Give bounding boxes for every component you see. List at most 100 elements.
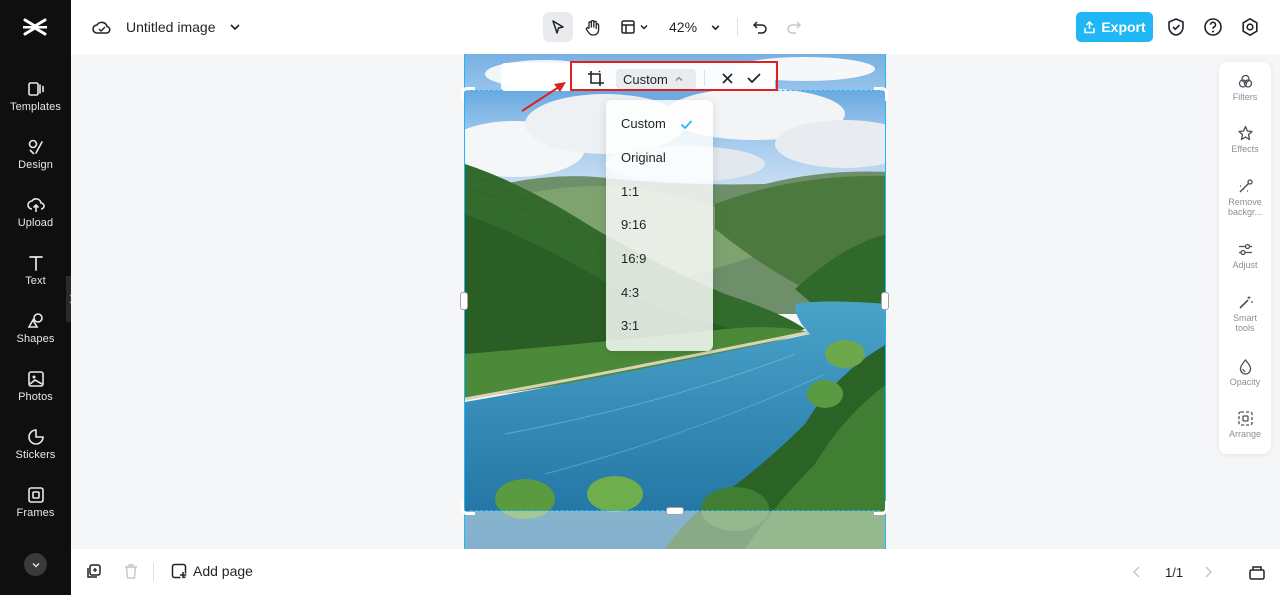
smart-tools-label: Smart tools xyxy=(1232,313,1257,333)
sidebar-item-label: Upload xyxy=(17,217,54,229)
chevron-down-icon xyxy=(639,24,648,30)
chevron-down-icon xyxy=(31,562,40,568)
crop-handle-right[interactable] xyxy=(881,292,889,310)
sidebar-item-shapes[interactable]: Shapes xyxy=(0,312,71,364)
bottom-bar: Add page 1/1 xyxy=(71,549,1280,595)
sidebar-item-label: Stickers xyxy=(15,449,56,461)
effects-label: Effects xyxy=(1231,144,1259,154)
ratio-option-1-1[interactable]: 1:1 xyxy=(621,184,639,199)
top-bar: Untitled image 42% Export xyxy=(71,0,1280,54)
effects-button[interactable]: Effects xyxy=(1219,125,1271,154)
arrange-icon xyxy=(1237,411,1253,426)
magic-eraser-icon xyxy=(1239,179,1253,193)
templates-icon xyxy=(27,82,44,96)
left-sidebar: Templates Design Upload Text Shapes Phot… xyxy=(0,0,71,595)
text-icon xyxy=(28,256,43,271)
upload-icon xyxy=(26,198,45,212)
ratio-option-original[interactable]: Original xyxy=(621,150,666,165)
undo-button[interactable] xyxy=(747,12,773,42)
bottom-divider xyxy=(153,563,154,581)
sliders-icon xyxy=(1238,243,1252,256)
sidebar-item-label: Design xyxy=(18,159,53,171)
add-page-label: Add page xyxy=(193,563,253,579)
filters-icon xyxy=(1238,74,1252,88)
adjust-label: Adjust xyxy=(1232,260,1258,270)
sidebar-item-text[interactable]: Text xyxy=(0,254,71,306)
annotation-arrow-icon xyxy=(521,82,566,112)
export-label: Export xyxy=(1101,19,1146,35)
remove-background-button[interactable]: Remove backgr... xyxy=(1219,178,1271,217)
ratio-option-3-1[interactable]: 3:1 xyxy=(621,318,639,333)
crop-corner-top-right[interactable] xyxy=(874,87,888,101)
toolbar-divider xyxy=(737,18,738,36)
pages-panel-icon[interactable] xyxy=(1248,563,1266,581)
filters-button[interactable]: Filters xyxy=(1219,73,1271,102)
aspect-ratio-menu: Custom Original 1:1 9:16 16:9 4:3 3:1 xyxy=(606,100,713,351)
sidebar-item-templates[interactable]: Templates xyxy=(0,80,71,132)
crop-corner-bottom-left[interactable] xyxy=(461,501,475,515)
sidebar-item-stickers[interactable]: Stickers xyxy=(0,428,71,480)
remove-background-label: Remove backgr... xyxy=(1227,197,1263,217)
shapes-icon xyxy=(27,313,43,328)
sidebar-item-label: Shapes xyxy=(16,333,55,345)
opacity-label: Opacity xyxy=(1229,377,1261,387)
layout-dropdown-button[interactable] xyxy=(615,12,653,42)
hand-icon xyxy=(585,19,599,36)
zoom-level[interactable]: 42% xyxy=(669,19,697,35)
export-button[interactable]: Export xyxy=(1076,12,1153,42)
ratio-option-custom[interactable]: Custom xyxy=(621,116,666,131)
trash-icon[interactable] xyxy=(123,563,139,580)
add-page-icon xyxy=(171,563,187,579)
ratio-option-9-16[interactable]: 9:16 xyxy=(621,217,646,232)
adjust-button[interactable]: Adjust xyxy=(1219,241,1271,270)
effects-icon xyxy=(1237,125,1253,141)
sidebar-item-label: Frames xyxy=(16,507,55,519)
check-icon xyxy=(680,120,693,130)
stickers-icon xyxy=(27,429,44,445)
hand-tool-button[interactable] xyxy=(577,12,607,42)
sidebar-item-label: Templates xyxy=(9,101,62,113)
sidebar-item-design[interactable]: Design xyxy=(0,138,71,190)
layout-icon xyxy=(620,20,635,34)
zoom-chevron-down-icon[interactable] xyxy=(710,22,721,33)
sidebar-more-button[interactable] xyxy=(24,553,47,576)
sidebar-item-frames[interactable]: Frames xyxy=(0,486,71,538)
ratio-option-16-9[interactable]: 16:9 xyxy=(621,251,646,266)
capcut-logo-icon[interactable] xyxy=(22,16,48,38)
sidebar-item-photos[interactable]: Photos xyxy=(0,370,71,422)
document-title[interactable]: Untitled image xyxy=(126,19,216,35)
filters-label: Filters xyxy=(1232,92,1258,102)
next-page-icon[interactable] xyxy=(1203,565,1213,579)
arrange-button[interactable]: Arrange xyxy=(1219,410,1271,439)
shield-icon[interactable] xyxy=(1166,17,1186,37)
smart-tools-button[interactable]: Smart tools xyxy=(1219,294,1271,333)
right-tools-panel: Filters Effects Remove backgr... Adjust … xyxy=(1219,62,1271,454)
sidebar-item-upload[interactable]: Upload xyxy=(0,196,71,248)
crop-outside-bottom xyxy=(465,511,885,549)
photos-icon xyxy=(27,371,44,387)
select-tool-button[interactable] xyxy=(543,12,573,42)
chevron-down-icon[interactable] xyxy=(229,21,241,33)
opacity-button[interactable]: Opacity xyxy=(1219,358,1271,387)
cursor-icon xyxy=(552,20,564,34)
arrange-label: Arrange xyxy=(1228,429,1262,439)
ratio-option-4-3[interactable]: 4:3 xyxy=(621,285,639,300)
previous-page-icon[interactable] xyxy=(1132,565,1142,579)
redo-button[interactable] xyxy=(781,12,807,42)
redo-icon xyxy=(787,21,802,34)
add-page-button[interactable]: Add page xyxy=(171,563,253,579)
crop-handle-left[interactable] xyxy=(460,292,468,310)
help-icon[interactable] xyxy=(1203,17,1223,37)
droplet-icon xyxy=(1239,358,1251,375)
cloud-icon[interactable] xyxy=(92,18,112,36)
crop-handle-bottom[interactable] xyxy=(666,507,684,515)
undo-icon xyxy=(752,21,767,34)
sidebar-item-label: Text xyxy=(25,275,46,287)
page-indicator: 1/1 xyxy=(1165,565,1184,580)
share-icon xyxy=(1084,20,1096,33)
magic-wand-icon xyxy=(1238,295,1253,309)
gear-icon[interactable] xyxy=(1240,17,1260,37)
crop-corner-top-left[interactable] xyxy=(461,87,475,101)
duplicate-page-icon[interactable] xyxy=(85,563,102,580)
crop-corner-bottom-right[interactable] xyxy=(874,501,888,515)
